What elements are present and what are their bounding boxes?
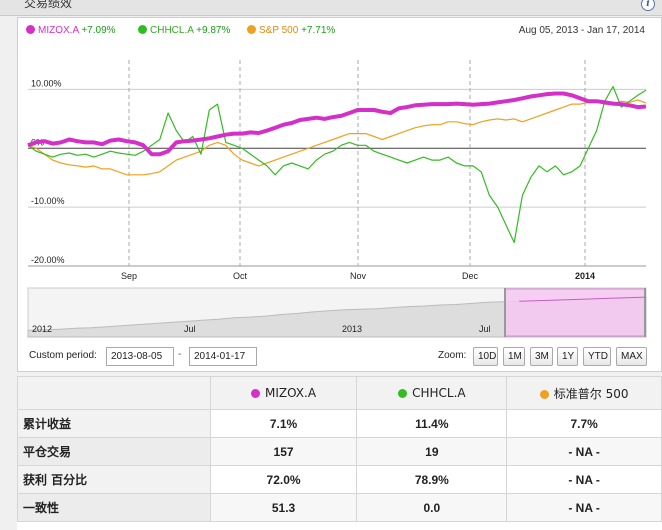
period-controls: Custom period: - Zoom: 10D 1M 3M 1Y YTD … (18, 343, 661, 373)
x-axis-labels: Sep Oct Nov Dec 2014 (121, 271, 595, 281)
start-date-input[interactable] (106, 347, 174, 366)
table-row: 获利 百分比 72.0% 78.9% - NA - (17, 465, 662, 494)
header-label: CHHCL.A (412, 386, 466, 400)
zoom-3m-button[interactable]: 3M (530, 347, 553, 366)
table-header-empty (17, 376, 211, 410)
table-cell: 72.0% (209, 465, 358, 494)
table-cell: 78.9% (356, 465, 508, 494)
table-header-chhcl: CHHCL.A (356, 376, 508, 410)
row-label: 一致性 (17, 493, 211, 522)
table-header-row: MIZOX.A CHHCL.A 标准普尔 500 (17, 376, 662, 410)
navigator-label: 2012 (32, 324, 52, 334)
performance-table: MIZOX.A CHHCL.A 标准普尔 500 累计收益 7.1% 11.4%… (17, 376, 662, 530)
x-tick-label: 2014 (575, 271, 595, 281)
line-chart[interactable]: 10.00%0%-10.00%-20.00% Sep Oct Nov Dec 2014 … (18, 18, 661, 341)
widget-header: 交易绩效 i (0, 0, 662, 16)
table-cell: 7.1% (209, 409, 358, 438)
table-cell: - NA - (506, 465, 662, 494)
zoom-label: Zoom: (438, 350, 467, 361)
y-tick-label: -20.00% (31, 255, 65, 265)
table-row: 平仓交易 157 19 - NA - (17, 437, 662, 466)
table-row: 累计收益 7.1% 11.4% 7.7% (17, 409, 662, 438)
table-cell: 51.3 (209, 493, 358, 522)
chart-grid (28, 60, 646, 267)
table-row: 一致性 51.3 0.0 - NA - (17, 493, 662, 522)
table-header-mizox: MIZOX.A (209, 376, 358, 410)
table-cell: 11.4% (356, 409, 508, 438)
plot-area (28, 60, 646, 266)
y-tick-label: -10.00% (31, 196, 65, 206)
navigator-label: Jul (184, 324, 196, 334)
table-cell: 0.0 (356, 493, 508, 522)
row-label: 累计收益 (17, 409, 211, 438)
info-icon[interactable]: i (641, 0, 655, 11)
navigator-selection (504, 288, 646, 337)
x-tick-label: Sep (121, 271, 137, 281)
zoom-1m-button[interactable]: 1M (503, 347, 525, 366)
table-header-sp500: 标准普尔 500 (506, 376, 662, 410)
series-dot-icon (398, 389, 408, 398)
navigator-label: Jul (479, 324, 491, 334)
y-tick-label: 10.00% (31, 78, 62, 88)
zoom-10d-button[interactable]: 10D (473, 347, 498, 366)
widget-title: 交易绩效 (24, 0, 73, 10)
table-cell: 7.7% (506, 409, 662, 438)
navigator: 2012 Jul 2013 Jul (27, 287, 647, 338)
row-label: 获利 百分比 (17, 465, 211, 494)
table-cell: - NA - (506, 437, 662, 466)
x-tick-label: Nov (350, 271, 367, 281)
series-dot-icon (251, 389, 261, 398)
row-label: 平仓交易 (17, 437, 211, 466)
zoom-1y-button[interactable]: 1Y (557, 347, 578, 366)
x-tick-label: Dec (462, 271, 479, 281)
table-cell: - NA - (506, 493, 662, 522)
custom-period-label: Custom period: (29, 350, 97, 361)
date-separator: - (178, 349, 182, 360)
end-date-input[interactable] (189, 347, 257, 366)
zoom-ytd-button[interactable]: YTD (583, 347, 611, 366)
zoom-max-button[interactable]: MAX (616, 347, 647, 366)
table-cell: 157 (209, 437, 358, 466)
chart-panel: MIZOX.A +7.09% CHHCL.A +9.87% S&P 500 +7… (17, 17, 662, 372)
table-cell: 19 (356, 437, 508, 466)
navigator-label: 2013 (342, 324, 362, 334)
series-dot-icon (539, 389, 549, 399)
x-tick-label: Oct (233, 271, 248, 281)
header-label: MIZOX.A (265, 386, 317, 400)
header-label: 标准普尔 500 (553, 386, 629, 401)
